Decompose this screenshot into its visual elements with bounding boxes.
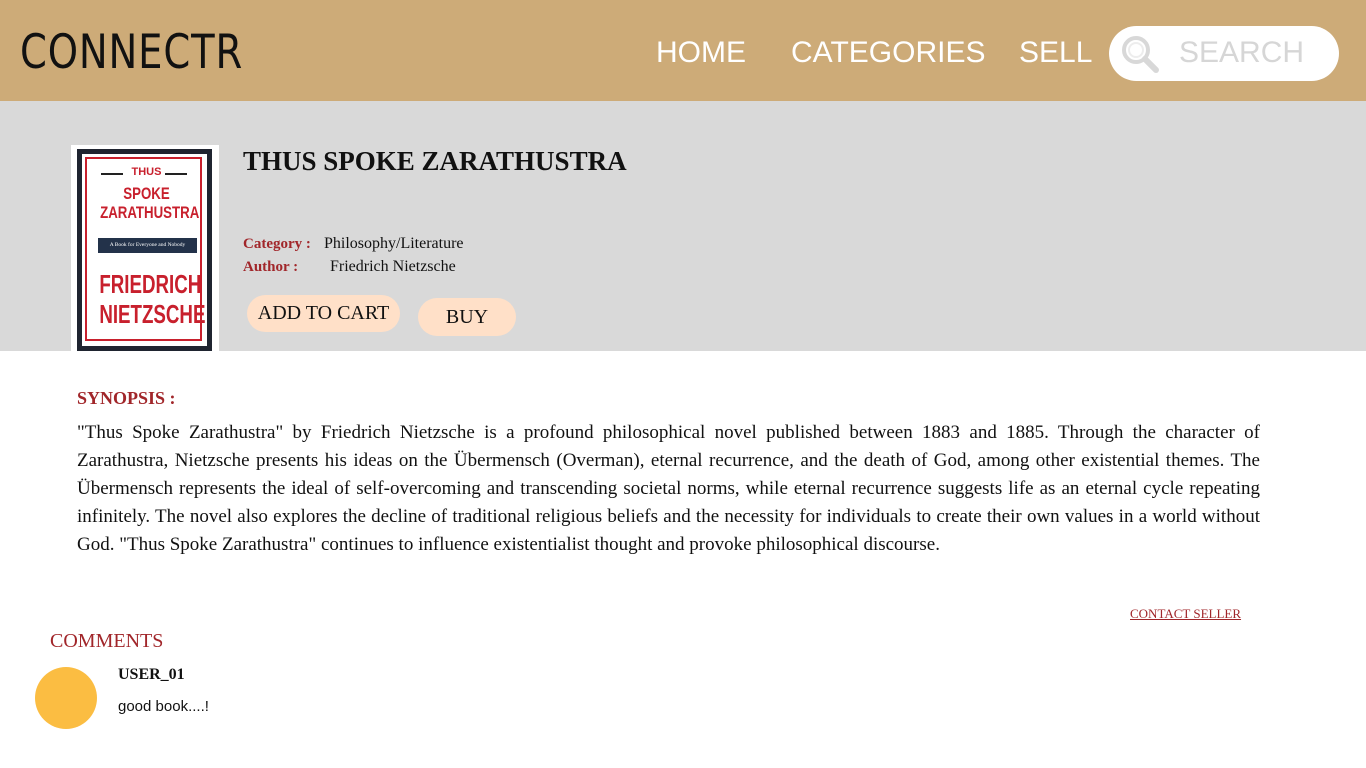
cover-title-top: THUS <box>131 166 162 178</box>
nav-categories-link[interactable]: CATEGORIES <box>791 33 985 73</box>
nav-sell-link[interactable]: SELL <box>1019 33 1092 73</box>
contact-seller-link[interactable]: CONTACT SELLER <box>1130 605 1241 623</box>
search-icon[interactable] <box>1121 35 1159 73</box>
buy-button[interactable]: BUY <box>418 298 516 336</box>
search-box[interactable] <box>1109 26 1339 81</box>
add-to-cart-button[interactable]: ADD TO CART <box>247 295 400 332</box>
synopsis-heading: SYNOPSIS : <box>77 388 176 408</box>
top-navbar: CONNECTR HOME CATEGORIES SELL <box>0 0 1366 101</box>
author-label: Author : <box>243 259 299 275</box>
comments-heading: COMMENTS <box>50 630 164 652</box>
comment-username: USER_01 <box>118 666 185 683</box>
search-input[interactable] <box>1179 34 1329 72</box>
cover-frame: THUS SPOKE ZARATHUSTRA A Book for Everyo… <box>85 157 206 341</box>
author-value: Friedrich Nietzsche <box>330 258 456 275</box>
category-label: Category : <box>243 236 311 252</box>
cover-subtitle: A Book for Everyone and Nobody <box>98 238 197 253</box>
cover-title: SPOKE ZARATHUSTRA <box>100 184 200 222</box>
nav-home-link[interactable]: HOME <box>656 33 746 73</box>
synopsis-text: "Thus Spoke Zarathustra" by Friedrich Ni… <box>77 422 1260 555</box>
brand-logo[interactable]: CONNECTR <box>20 26 243 80</box>
book-title: THUS SPOKE ZARATHUSTRA <box>243 146 627 176</box>
category-value: Philosophy/Literature <box>324 235 464 252</box>
cover-author: FRIEDRICH NIETZSCHE <box>99 269 206 329</box>
avatar <box>35 667 97 729</box>
book-cover-image: THUS SPOKE ZARATHUSTRA A Book for Everyo… <box>71 145 219 351</box>
comment-text: good book....! <box>118 698 209 715</box>
